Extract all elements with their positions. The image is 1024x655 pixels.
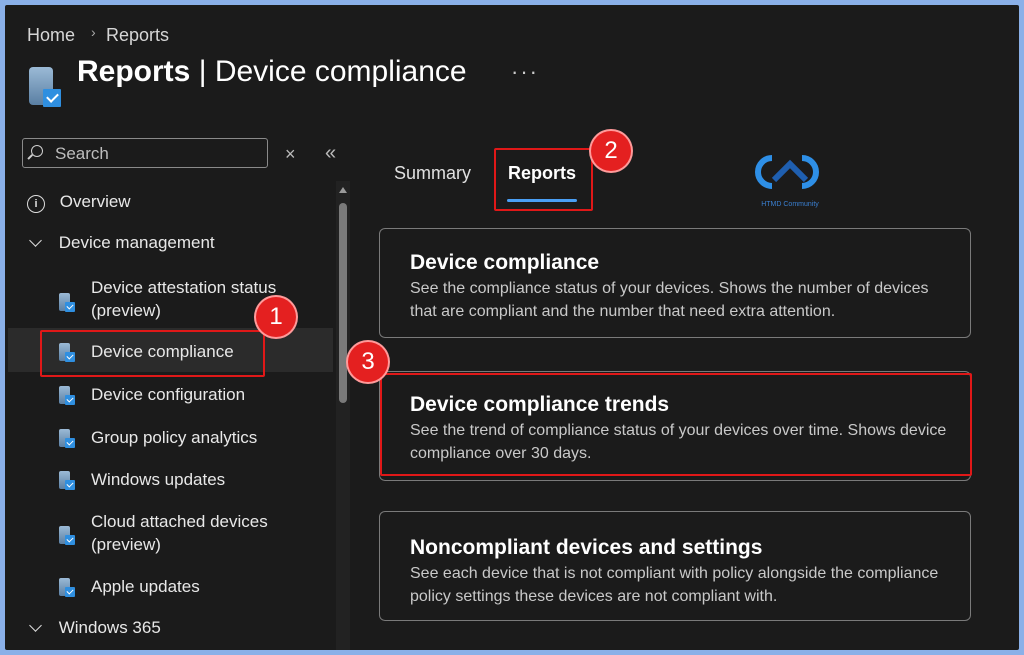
chevron-down-icon xyxy=(29,234,42,247)
collapse-sidebar-button[interactable]: « xyxy=(325,142,336,165)
step-badge-2: 2 xyxy=(591,131,631,171)
breadcrumb-home[interactable]: Home xyxy=(27,25,75,46)
logo-text: HTMD Community xyxy=(761,201,819,208)
search-input[interactable] xyxy=(53,143,257,165)
sidebar-item-windows-updates[interactable]: Windows updates xyxy=(91,468,225,491)
sidebar-item-cloud-attached-devices[interactable]: Cloud attached devices (preview) xyxy=(91,510,268,556)
search-icon xyxy=(31,145,43,157)
intune-portal-window: Home › Reports Reports | Device complian… xyxy=(5,5,1019,650)
step-badge-3: 3 xyxy=(348,342,388,382)
sidebar-group-windows-365[interactable]: Windows 365 xyxy=(29,616,161,639)
sidebar-item-overview[interactable]: i Overview xyxy=(27,190,131,213)
device-icon xyxy=(59,526,75,551)
sidebar-item-device-configuration[interactable]: Device configuration xyxy=(91,383,245,406)
sidebar-item-group-policy-analytics[interactable]: Group policy analytics xyxy=(91,426,257,449)
highlight-box-reports-tab xyxy=(494,148,593,211)
device-icon xyxy=(59,386,75,411)
sidebar-item-apple-updates[interactable]: Apple updates xyxy=(91,575,200,598)
htmd-community-logo: HTMD Community xyxy=(750,150,830,210)
htmd-logo-icon xyxy=(755,155,819,189)
card-description: See each device that is not compliant wi… xyxy=(410,565,939,605)
sidebar-group-device-management[interactable]: Device management xyxy=(29,231,215,254)
step-badge-1: 1 xyxy=(256,297,296,337)
breadcrumb-separator: › xyxy=(91,24,96,40)
card-description: See the compliance status of your device… xyxy=(410,280,929,320)
report-card-device-compliance[interactable]: Device compliance See the compliance sta… xyxy=(379,228,971,338)
page-title: Reports | Device compliance xyxy=(77,55,467,88)
device-icon xyxy=(59,471,75,496)
more-options-button[interactable]: ··· xyxy=(511,59,539,85)
search-box[interactable] xyxy=(22,138,268,168)
device-icon xyxy=(59,429,75,454)
card-title: Device compliance xyxy=(410,251,600,274)
device-icon xyxy=(59,293,75,318)
highlight-box-device-compliance-trends xyxy=(380,373,972,476)
scrollbar-thumb[interactable] xyxy=(339,203,347,403)
tab-summary[interactable]: Summary xyxy=(394,163,471,184)
clear-search-button[interactable]: × xyxy=(285,144,296,165)
report-card-noncompliant-devices[interactable]: Noncompliant devices and settings See ea… xyxy=(379,511,971,621)
sidebar-scrollbar[interactable] xyxy=(336,181,350,650)
device-icon xyxy=(59,578,75,603)
sidebar-item-device-attestation-status[interactable]: Device attestation status (preview) xyxy=(91,276,276,322)
device-compliance-icon xyxy=(29,67,63,109)
highlight-box-device-compliance xyxy=(40,330,265,377)
card-title: Noncompliant devices and settings xyxy=(410,536,763,559)
info-icon: i xyxy=(27,195,45,213)
breadcrumb-reports[interactable]: Reports xyxy=(106,25,169,46)
chevron-down-icon xyxy=(29,619,42,632)
scroll-up-icon[interactable] xyxy=(339,187,347,193)
